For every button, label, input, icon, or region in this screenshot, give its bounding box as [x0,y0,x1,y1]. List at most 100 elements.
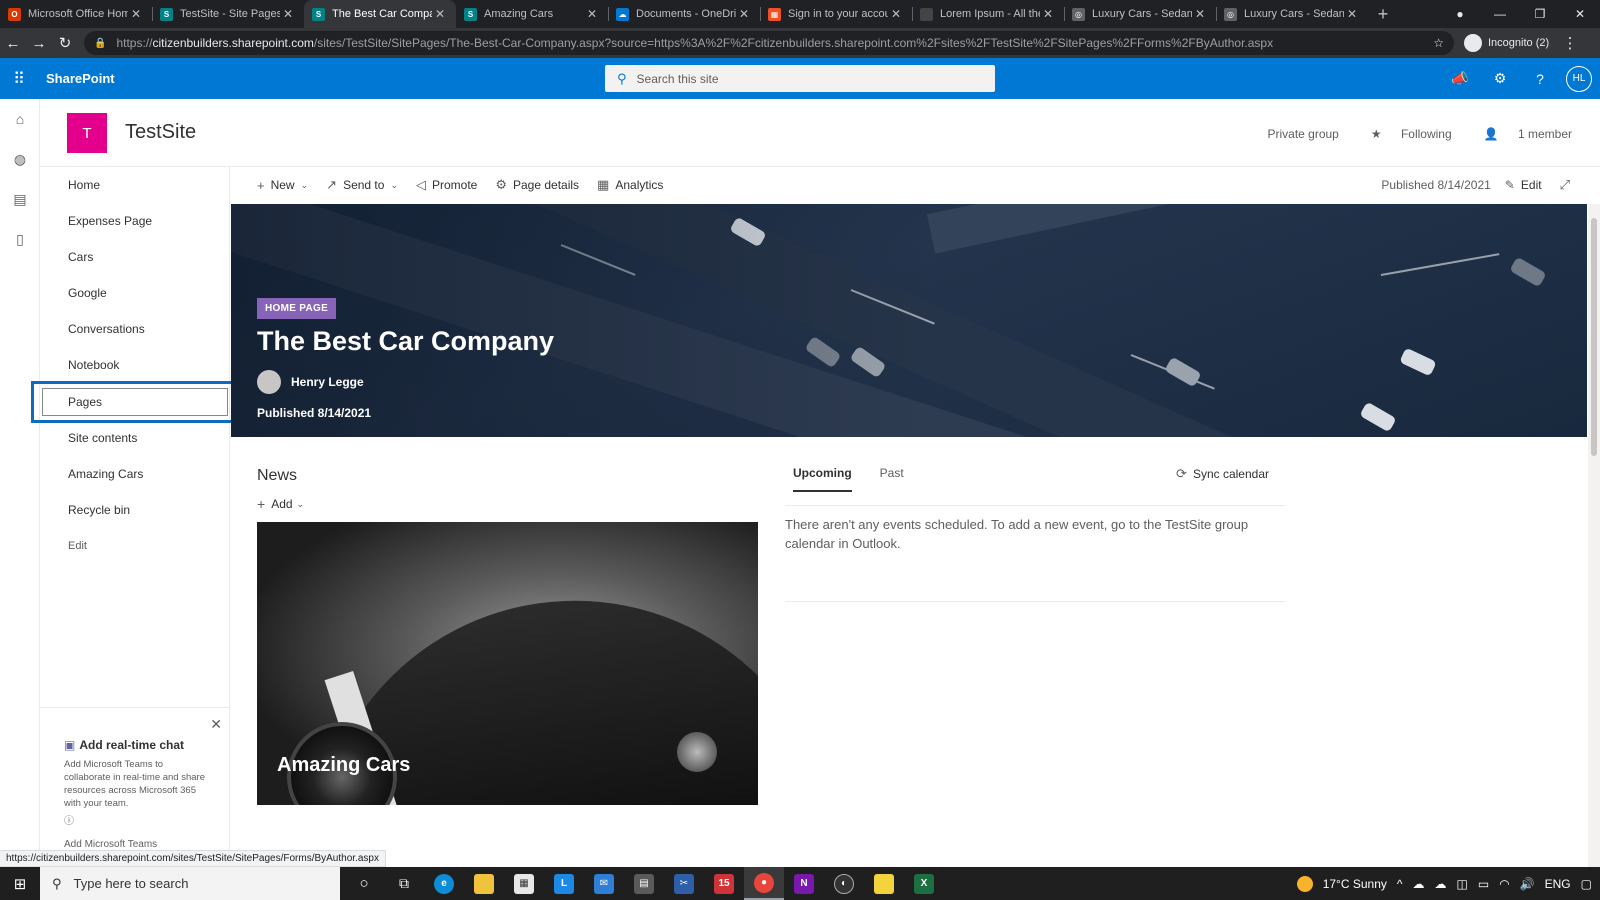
home-icon[interactable]: ⌂ [0,99,40,139]
page-details-button[interactable]: ⚙ Page details [495,177,579,193]
globe-icon[interactable]: ◍ [0,139,40,179]
nav-item[interactable]: Amazing Cars [40,456,230,492]
incognito-indicator[interactable]: Incognito (2) [1464,34,1549,52]
reload-icon[interactable]: ↻ [52,34,78,52]
file-explorer-icon[interactable] [464,867,504,900]
gear-icon[interactable]: ⚙ [1480,70,1520,87]
site-name[interactable]: TestSite [125,121,196,144]
windows-start-icon[interactable]: ⊞ [0,875,40,893]
calculator-icon[interactable]: ▤ [624,867,664,900]
browser-tab[interactable]: S TestSite - Site Pages - ✕ [152,0,304,28]
new-tab-button[interactable]: + [1368,0,1398,28]
tab-close-icon[interactable]: ✕ [1344,7,1360,21]
close-icon[interactable]: ✕ [210,716,222,733]
user-avatar[interactable]: HL [1566,65,1592,92]
send-to-button[interactable]: ↗ Send to ⌄ [326,177,398,193]
news-icon[interactable]: ▤ [0,179,40,219]
nav-item[interactable]: Site contents [40,420,230,456]
browser-tab[interactable]: Lorem Ipsum - All the ✕ [912,0,1064,28]
browser-tab[interactable]: S Amazing Cars ✕ [456,0,608,28]
add-teams-link[interactable]: Add Microsoft Teams [64,839,206,850]
sharepoint-brand[interactable]: SharePoint [46,71,115,86]
lock-icon[interactable]: 🔒 [94,38,106,49]
store-icon[interactable]: ▦ [504,867,544,900]
tab-upcoming[interactable]: Upcoming [785,460,860,492]
nav-item[interactable]: Home [40,167,230,203]
members-button[interactable]: 👤 1 member [1468,127,1572,141]
site-search-input[interactable]: ⚲ Search this site [605,65,995,92]
restore-icon[interactable]: ❐ [1520,7,1560,21]
tab-close-icon[interactable]: ✕ [888,7,904,21]
cortana-icon[interactable]: ○ [344,867,384,900]
nav-edit-link[interactable]: Edit [40,528,230,564]
onenote-icon[interactable]: N [784,867,824,900]
tab-close-icon[interactable]: ✕ [128,7,144,21]
megaphone-icon[interactable]: 📣 [1440,70,1480,87]
nav-item[interactable]: Google [40,275,230,311]
nav-item[interactable]: Expenses Page [40,203,230,239]
analytics-button[interactable]: ▦ Analytics [597,177,663,193]
app-launcher-icon[interactable]: ⠿ [0,69,38,89]
news-card[interactable]: Amazing Cars [257,522,758,805]
edit-button[interactable]: ✎ Edit [1505,178,1542,192]
network-icon[interactable]: ◫ [1457,877,1468,891]
promote-button[interactable]: ◁ Promote [416,177,477,193]
tab-past[interactable]: Past [872,460,912,492]
weather-sun-icon[interactable] [1296,875,1313,892]
mail-icon[interactable]: ✉ [584,867,624,900]
following-button[interactable]: ★ Following [1355,127,1452,141]
browser-tab[interactable]: O Microsoft Office Home ✕ [0,0,152,28]
document-icon[interactable]: ▯ [0,219,40,259]
browser-tab[interactable]: ◎ Luxury Cars - Sedans, ✕ [1216,0,1368,28]
nav-item[interactable]: Recycle bin [40,492,230,528]
close-window-icon[interactable]: ✕ [1560,7,1600,21]
new-button[interactable]: + New ⌄ [257,178,308,193]
battery-icon[interactable]: ▭ [1478,877,1489,891]
profile-icon[interactable]: ● [1440,7,1480,21]
excel-icon[interactable]: X [904,867,944,900]
help-icon[interactable]: ? [1520,71,1560,87]
sync-calendar-button[interactable]: ⟳ Sync calendar [1176,466,1269,482]
site-logo[interactable]: T [67,113,107,153]
bookmark-star-icon[interactable]: ☆ [1425,36,1444,50]
browser-tab[interactable]: ◎ Luxury Cars - Sedans, ✕ [1064,0,1216,28]
browser-tab[interactable]: ☁ Documents - OneDrive✕ [608,0,760,28]
cloud-icon[interactable]: ☁ [1435,877,1447,891]
snip-icon[interactable]: ✂ [664,867,704,900]
news-card-title[interactable]: Amazing Cars [277,754,410,777]
minimize-icon[interactable]: — [1480,7,1520,21]
weather-text[interactable]: 17°C Sunny [1323,877,1387,891]
nav-item[interactable]: Pages [31,381,237,423]
tab-close-icon[interactable]: ✕ [1192,7,1208,21]
address-bar[interactable]: 🔒 https://citizenbuilders.sharepoint.com… [84,31,1454,55]
news-add-button[interactable]: + Add ⌄ [257,496,304,512]
notifications-icon[interactable]: ▢ [1581,877,1592,891]
hero-author[interactable]: Henry Legge [257,370,364,394]
page-scrollbar[interactable] [1588,204,1600,867]
sticky-notes-icon[interactable] [864,867,904,900]
tab-close-icon[interactable]: ✕ [1040,7,1056,21]
tab-close-icon[interactable]: ✕ [432,7,448,21]
nav-item[interactable]: Conversations [40,311,230,347]
volume-icon[interactable]: 🔊 [1520,877,1535,891]
tray-chevron-icon[interactable]: ^ [1397,877,1403,891]
tab-close-icon[interactable]: ✕ [280,7,296,21]
language-indicator[interactable]: ENG [1545,877,1571,891]
browser-tab[interactable]: S The Best Car Company✕ [304,0,456,28]
onedrive-icon[interactable]: ☁ [1413,877,1425,891]
expand-icon[interactable]: ⤢ [1560,177,1570,193]
chrome-icon[interactable]: ● [744,867,784,900]
forward-icon[interactable]: → [26,35,52,52]
taskbar-search-input[interactable]: ⚲ Type here to search [40,867,340,900]
tab-close-icon[interactable]: ✕ [736,7,752,21]
app-l-icon[interactable]: L [544,867,584,900]
tab-close-icon[interactable]: ✕ [584,7,600,21]
browser-menu-icon[interactable]: ⋮ [1557,34,1583,52]
back-icon[interactable]: ← [0,35,26,52]
edge-icon[interactable]: e [424,867,464,900]
calendar-app-icon[interactable]: 15 [704,867,744,900]
scrollbar-thumb[interactable] [1591,218,1597,456]
browser-tab[interactable]: ▦ Sign in to your account✕ [760,0,912,28]
task-view-icon[interactable]: ⧉ [384,867,424,900]
nav-item[interactable]: Cars [40,239,230,275]
